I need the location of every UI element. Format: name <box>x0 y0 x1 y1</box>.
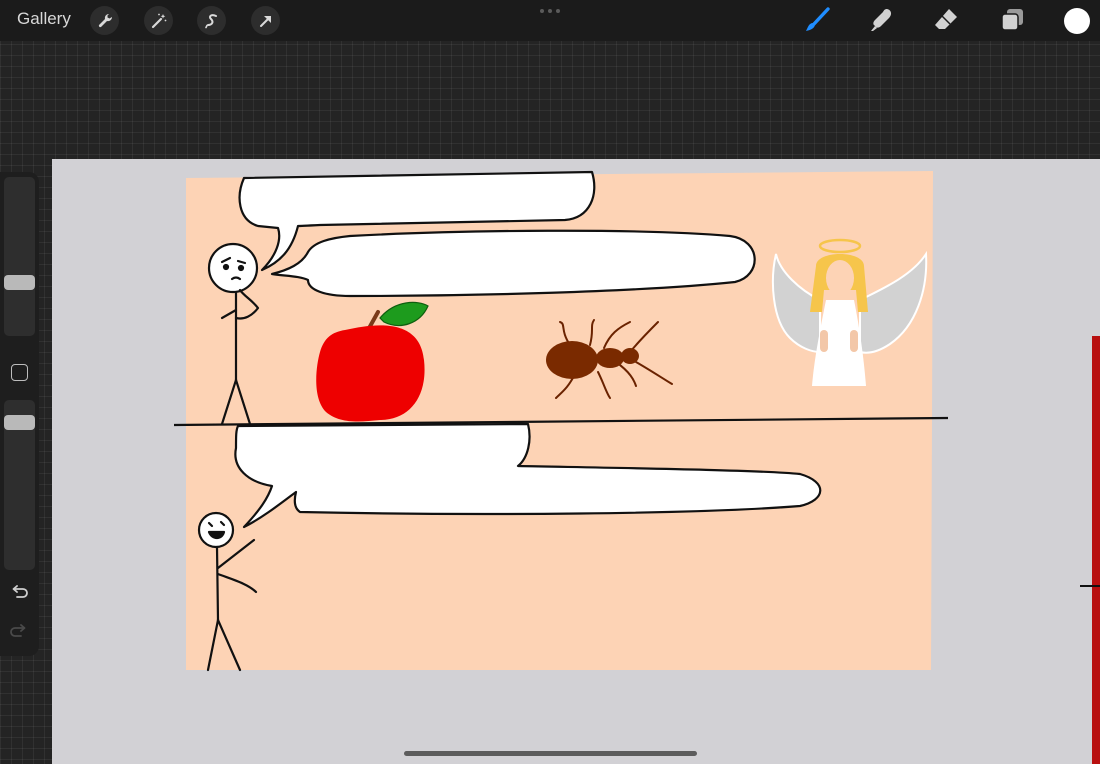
smudge-icon <box>871 9 892 31</box>
actions-button[interactable] <box>90 6 119 35</box>
selection-icon <box>204 13 217 28</box>
redo-button[interactable] <box>8 622 30 642</box>
speech-bubble-middle <box>270 229 756 298</box>
brush-size-slider[interactable] <box>4 177 35 336</box>
magic-wand-icon <box>151 13 166 28</box>
opacity-slider[interactable] <box>4 400 35 570</box>
transform-arrow-icon <box>259 15 271 27</box>
brush-icon <box>806 7 830 31</box>
selection-button[interactable] <box>197 6 226 35</box>
canvas-area[interactable] <box>52 159 1100 764</box>
grabber-dot <box>548 9 552 13</box>
transform-button[interactable] <box>251 6 280 35</box>
top-toolbar: Gallery <box>0 0 1100 41</box>
layers-button[interactable] <box>997 5 1027 35</box>
grabber-dot <box>540 9 544 13</box>
toolbar-grabber[interactable] <box>540 9 560 13</box>
smudge-button[interactable] <box>866 5 896 35</box>
eraser-icon <box>935 9 957 29</box>
opacity-thumb[interactable] <box>4 415 35 430</box>
adjacent-artwork-edge <box>1092 336 1100 764</box>
eraser-button[interactable] <box>931 5 961 35</box>
drawing-canvas[interactable] <box>52 159 1100 764</box>
left-sidebar <box>0 172 39 656</box>
undo-icon <box>12 585 28 598</box>
gallery-button[interactable]: Gallery <box>17 9 71 29</box>
brush-size-thumb[interactable] <box>4 275 35 290</box>
grabber-dot <box>556 9 560 13</box>
color-picker-button[interactable] <box>1064 8 1090 34</box>
redo-icon <box>10 624 26 637</box>
brush-button[interactable] <box>802 5 832 35</box>
wrench-icon <box>98 13 112 27</box>
home-indicator[interactable] <box>404 751 697 756</box>
adjustments-button[interactable] <box>144 6 173 35</box>
layers-icon <box>1001 9 1023 31</box>
undo-button[interactable] <box>8 583 30 603</box>
modify-button[interactable] <box>11 364 28 381</box>
